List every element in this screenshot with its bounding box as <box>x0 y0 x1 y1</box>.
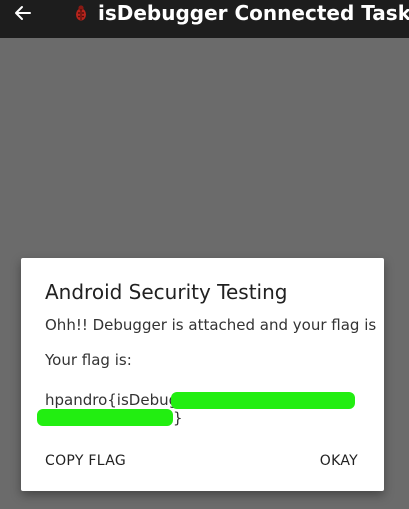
alert-dialog: Android Security Testing Ohh!! Debugger … <box>21 258 384 491</box>
app-title: isDebugger Connected Task <box>98 1 409 25</box>
flag-redaction-1 <box>171 392 355 409</box>
app-bar: isDebugger Connected Task <box>0 0 409 38</box>
copy-flag-button[interactable]: COPY FLAG <box>45 451 126 471</box>
arrow-left-icon[interactable] <box>12 1 34 25</box>
flag-suffix: } <box>173 409 183 427</box>
flag-prefix: hpandro{isDebug <box>45 391 179 409</box>
flag-redaction-2 <box>37 409 173 426</box>
okay-button[interactable]: OKAY <box>320 451 358 471</box>
dialog-message: Ohh!! Debugger is attached and your flag… <box>45 316 377 334</box>
flag-label: Your flag is: <box>45 351 132 369</box>
dialog-title: Android Security Testing <box>45 280 288 304</box>
bug-icon <box>72 4 90 22</box>
